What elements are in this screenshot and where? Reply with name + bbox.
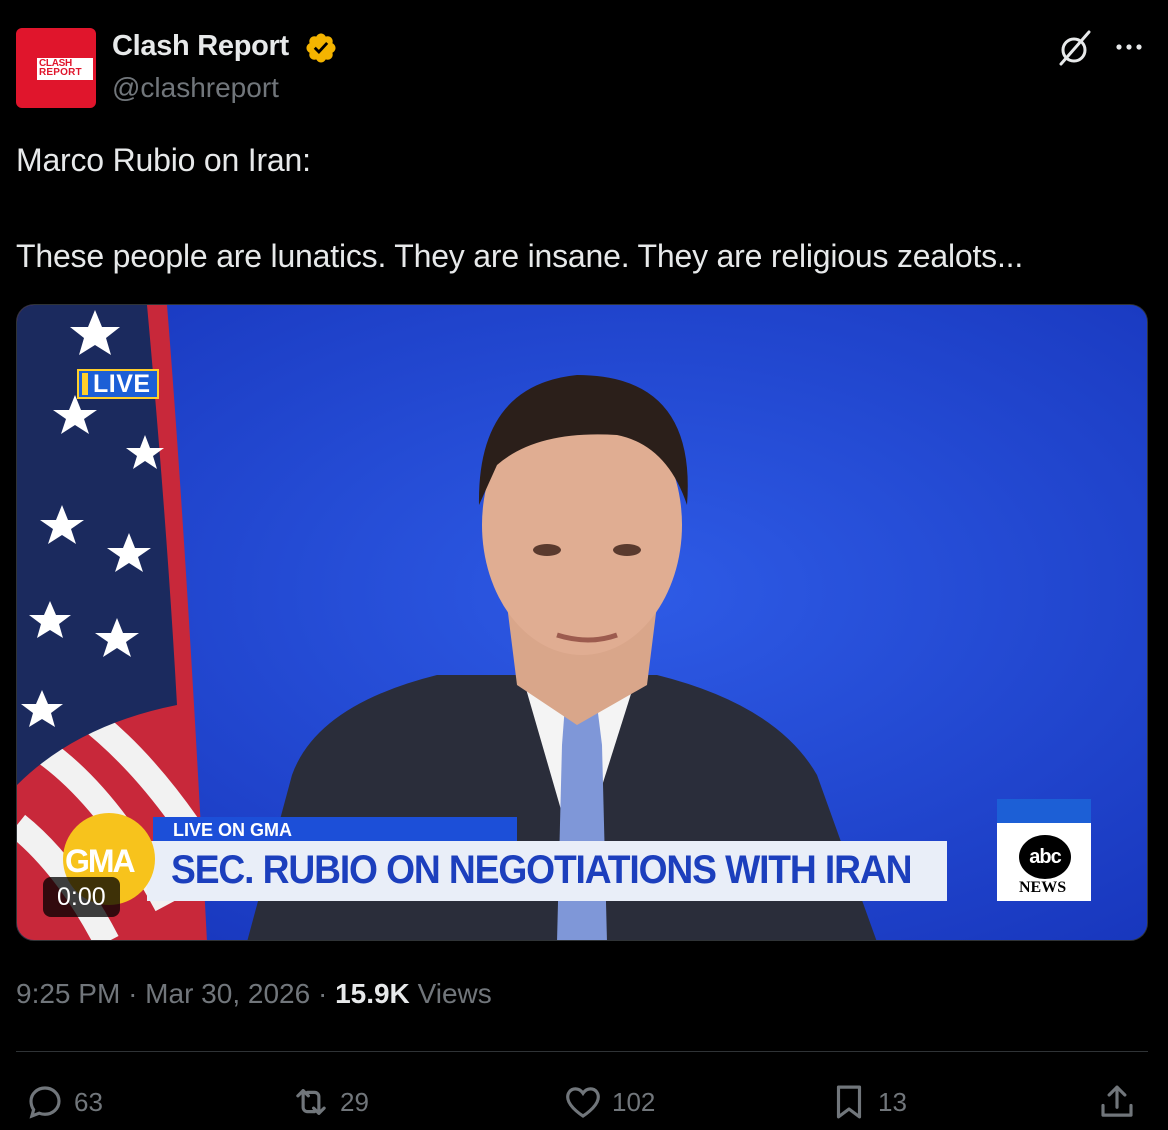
lower-third-headline: SEC. RUBIO ON NEGOTIATIONS WITH IRAN bbox=[171, 848, 912, 892]
lower-third-tag: LIVE ON GMA bbox=[153, 817, 517, 843]
more-icon[interactable] bbox=[1112, 30, 1146, 64]
video-timer: 0:00 bbox=[43, 877, 120, 917]
repost-count: 29 bbox=[340, 1086, 369, 1117]
divider bbox=[16, 1051, 1148, 1052]
video-player[interactable]: LIVE LIVE ON GMA SEC. RUBIO ON NEGOTIATI… bbox=[16, 304, 1148, 941]
post-date[interactable]: Mar 30, 2026 bbox=[145, 978, 310, 1009]
abc-logo-circle: abc bbox=[1019, 835, 1071, 879]
post-meta: 9:25 PM · Mar 30, 2026 · 15.9K Views bbox=[16, 978, 492, 1010]
live-badge: LIVE bbox=[77, 369, 159, 399]
like-button[interactable]: 102 bbox=[562, 1080, 655, 1124]
avatar-logo-text-bottom: REPORT bbox=[39, 67, 82, 78]
avatar[interactable]: CLASH REPORT bbox=[16, 28, 96, 108]
bookmark-button[interactable]: 13 bbox=[828, 1080, 907, 1124]
share-icon bbox=[1101, 1085, 1133, 1117]
like-icon bbox=[566, 1087, 600, 1118]
post-text-line-1: Marco Rubio on Iran: bbox=[16, 142, 311, 178]
like-count: 102 bbox=[612, 1086, 656, 1117]
reply-count: 63 bbox=[74, 1086, 103, 1117]
views-count: 15.9K bbox=[335, 978, 410, 1009]
meta-separator: · bbox=[128, 978, 138, 1009]
reply-icon bbox=[29, 1086, 61, 1119]
repost-button[interactable]: 29 bbox=[290, 1080, 369, 1124]
post-time[interactable]: 9:25 PM bbox=[16, 978, 120, 1009]
meta-separator-2: · bbox=[317, 978, 328, 1009]
grok-icon[interactable] bbox=[1055, 28, 1095, 68]
views-label: Views bbox=[417, 978, 492, 1009]
verified-icon[interactable] bbox=[304, 31, 338, 65]
abc-logo-news-text: NEWS bbox=[1019, 879, 1067, 896]
author-name[interactable]: Clash Report bbox=[112, 30, 289, 63]
abc-logo-stripe bbox=[997, 799, 1091, 823]
author-handle[interactable]: @clashreport bbox=[112, 72, 279, 104]
gma-logo-text: GMA bbox=[65, 843, 136, 879]
bookmark-icon bbox=[836, 1085, 862, 1119]
bookmark-count: 13 bbox=[878, 1086, 907, 1117]
post-text-line-2: These people are lunatics. They are insa… bbox=[16, 238, 1024, 274]
repost-icon bbox=[296, 1089, 326, 1115]
lower-third-tag-text: LIVE ON GMA bbox=[173, 820, 293, 840]
reply-button[interactable]: 63 bbox=[24, 1080, 103, 1124]
share-button[interactable] bbox=[1096, 1080, 1146, 1124]
